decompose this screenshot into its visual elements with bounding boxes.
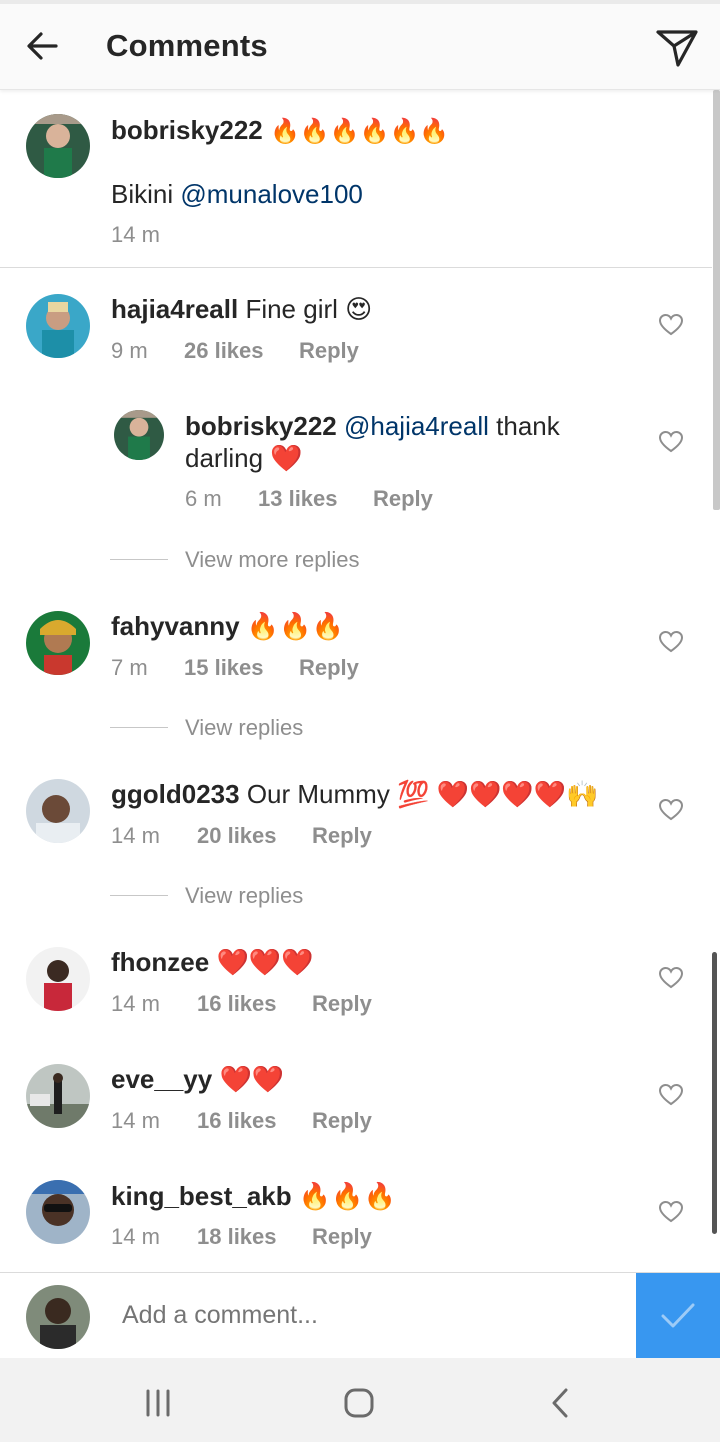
comment-time: 14 m [111, 1108, 160, 1133]
comment-username[interactable]: king_best_akb [111, 1181, 292, 1211]
reply-body-line1: thank [496, 411, 560, 441]
comment-likes[interactable]: 20 likes [197, 823, 277, 849]
reply-time: 6 m [185, 486, 222, 511]
reply-button[interactable]: Reply [312, 1108, 372, 1134]
reply-likes[interactable]: 13 likes [258, 486, 338, 512]
caption-text: Bikini @munalove100 [111, 178, 363, 210]
system-back-icon[interactable] [547, 1386, 573, 1420]
reply-body-line2: darling ❤️ [185, 443, 303, 473]
comment-text: eve__yy ❤️❤️ [111, 1063, 284, 1095]
comment-body: 🔥🔥🔥 [298, 1181, 396, 1211]
heart-icon[interactable] [658, 966, 684, 990]
avatar[interactable] [26, 114, 90, 178]
caption-time: 14 m [111, 222, 160, 247]
avatar[interactable] [114, 410, 164, 460]
view-replies-link[interactable]: View replies [185, 715, 303, 741]
post-button[interactable] [636, 1273, 720, 1359]
comment-time: 7 m [111, 655, 148, 680]
comment-username[interactable]: eve__yy [111, 1064, 212, 1094]
comment-username[interactable]: ggold0233 [111, 779, 240, 809]
comment-text: fhonzee ❤️❤️❤️ [111, 946, 314, 978]
heart-icon[interactable] [658, 630, 684, 654]
reply-text: bobrisky222 @hajia4reall thank darling ❤… [185, 410, 605, 474]
caption-header: bobrisky222 🔥🔥🔥🔥🔥🔥 [111, 114, 449, 147]
avatar[interactable] [26, 1180, 90, 1244]
divider [110, 895, 168, 896]
caption-emoji: 🔥🔥🔥🔥🔥🔥 [269, 117, 450, 145]
comment-time: 14 m [111, 823, 160, 848]
caption-body: Bikini [111, 179, 174, 209]
reply-button[interactable]: Reply [312, 1224, 372, 1250]
header: Comments [0, 4, 720, 90]
comment-likes[interactable]: 16 likes [197, 991, 277, 1017]
comment-body: Fine girl 😍 [245, 294, 373, 324]
reply-button[interactable]: Reply [312, 823, 372, 849]
recent-apps-icon[interactable] [142, 1388, 174, 1418]
scrollbar[interactable] [713, 90, 720, 510]
checkmark-icon [661, 1303, 695, 1328]
caption-mention[interactable]: @munalove100 [180, 179, 363, 209]
avatar[interactable] [26, 294, 90, 358]
comment-username[interactable]: fhonzee [111, 947, 209, 977]
reply-button[interactable]: Reply [299, 655, 359, 681]
comment-likes[interactable]: 26 likes [184, 338, 264, 364]
home-icon[interactable] [342, 1386, 376, 1420]
system-nav-bar [0, 1358, 720, 1442]
comment-text: hajia4reall Fine girl 😍 [111, 293, 372, 325]
comment-likes[interactable]: 18 likes [197, 1224, 277, 1250]
send-direct-icon[interactable] [654, 24, 700, 70]
avatar[interactable] [26, 947, 90, 1011]
scroll-indicator[interactable] [712, 952, 717, 1234]
comment-text: king_best_akb 🔥🔥🔥 [111, 1180, 396, 1212]
comment-username[interactable]: hajia4reall [111, 294, 238, 324]
reply-mention[interactable]: @hajia4reall [344, 411, 489, 441]
comment-input[interactable] [122, 1301, 602, 1330]
comment-likes[interactable]: 15 likes [184, 655, 264, 681]
avatar[interactable] [26, 611, 90, 675]
heart-icon[interactable] [658, 1083, 684, 1107]
heart-icon[interactable] [658, 1200, 684, 1224]
view-more-replies-link[interactable]: View more replies [185, 547, 359, 573]
divider [110, 727, 168, 728]
heart-icon[interactable] [658, 798, 684, 822]
heart-icon[interactable] [658, 430, 684, 454]
comment-body: ❤️❤️❤️ [216, 947, 314, 977]
comment-time: 14 m [111, 1224, 160, 1249]
reply-username[interactable]: bobrisky222 [185, 411, 337, 441]
post-caption: bobrisky222 🔥🔥🔥🔥🔥🔥 Bikini @munalove100 1… [0, 90, 712, 268]
avatar[interactable] [26, 1064, 90, 1128]
my-avatar [26, 1285, 90, 1349]
back-arrow-icon[interactable] [22, 26, 62, 66]
view-replies-link[interactable]: View replies [185, 883, 303, 909]
comment-body: Our Mummy 💯 ❤️❤️❤️❤️🙌 [246, 779, 599, 809]
comment-composer [0, 1272, 720, 1359]
reply-button[interactable]: Reply [312, 991, 372, 1017]
heart-icon[interactable] [658, 313, 684, 337]
caption-username[interactable]: bobrisky222 [111, 115, 263, 145]
comment-time: 9 m [111, 338, 148, 363]
comment-likes[interactable]: 16 likes [197, 1108, 277, 1134]
comment-text: fahyvanny 🔥🔥🔥 [111, 610, 344, 642]
comment-username[interactable]: fahyvanny [111, 611, 240, 641]
page-title: Comments [106, 28, 268, 63]
comment-body: 🔥🔥🔥 [246, 611, 344, 641]
reply-button[interactable]: Reply [373, 486, 433, 512]
reply-button[interactable]: Reply [299, 338, 359, 364]
comment-body: ❤️❤️ [219, 1064, 285, 1094]
divider [110, 559, 168, 560]
comment-text: ggold0233 Our Mummy 💯 ❤️❤️❤️❤️🙌 [111, 778, 599, 810]
avatar[interactable] [26, 779, 90, 843]
comment-time: 14 m [111, 991, 160, 1016]
